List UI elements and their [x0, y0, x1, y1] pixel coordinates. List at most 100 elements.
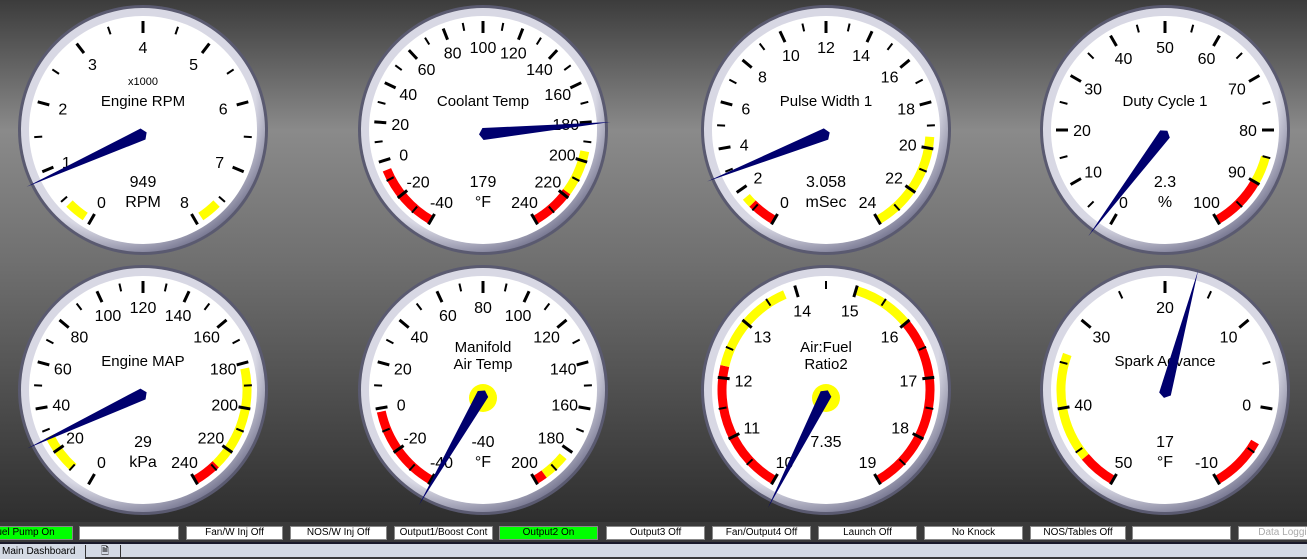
gauge-duty-cycle-1: 0102030405060708090100Duty Cycle 12.3% [1040, 5, 1290, 255]
gauge-title: Pulse Width 1 [780, 93, 873, 110]
scale-label: 240 [171, 455, 198, 472]
major-tick [1058, 407, 1070, 409]
major-tick [719, 147, 731, 149]
gauge-zone-arc [746, 197, 752, 204]
scale-label: 40 [411, 330, 429, 347]
gauge-title: Air:Fuel [800, 339, 852, 356]
indicator-blank-11 [1132, 526, 1231, 540]
scale-label: 0 [780, 195, 789, 212]
gauge-value: -40 [471, 434, 494, 451]
gauge-units: kPa [129, 454, 157, 471]
scale-label: 3 [88, 57, 97, 74]
scale-label: 80 [474, 300, 492, 317]
minor-tick [244, 137, 252, 138]
scale-label: -40 [430, 195, 453, 212]
scale-label: 60 [1198, 51, 1216, 68]
scale-label: 40 [1074, 397, 1092, 414]
scale-label: 20 [391, 117, 409, 134]
minor-tick [34, 137, 42, 138]
scale-label: 160 [193, 330, 220, 347]
major-tick [1261, 407, 1273, 409]
scale-label: 20 [899, 137, 917, 154]
scale-label: 2 [754, 171, 763, 188]
scale-label: 220 [198, 431, 225, 448]
gauge-multiplier: x1000 [128, 76, 158, 88]
scale-label: 240 [511, 195, 538, 212]
gauge-units: °F [475, 454, 491, 471]
scale-label: -10 [1195, 455, 1218, 472]
scale-label: 24 [859, 195, 877, 212]
indicator-output3-off: Output3 Off [606, 526, 705, 540]
scale-label: 16 [881, 330, 899, 347]
scale-label: 60 [439, 308, 457, 325]
scale-label: 22 [885, 171, 903, 188]
indicator-blank-1 [79, 526, 179, 540]
scale-label: 0 [97, 195, 106, 212]
gauge-title: Manifold [455, 339, 512, 356]
gauge-value: 179 [470, 174, 497, 191]
scale-label: 14 [793, 303, 811, 320]
status-indicator-bar: Fuel Pump OnFan/W Inj OffNOS/W Inj OffOu… [0, 522, 1307, 542]
scale-label: 11 [744, 420, 761, 437]
scale-label: 50 [1156, 40, 1174, 57]
gauge-title: Engine MAP [101, 353, 184, 370]
scale-label: 80 [444, 46, 462, 63]
scale-label: 5 [189, 57, 198, 74]
scale-label: -20 [407, 175, 430, 192]
minor-tick [925, 408, 933, 409]
scale-label: 60 [54, 362, 72, 379]
scale-label: 20 [1156, 300, 1174, 317]
scale-label: 13 [754, 330, 772, 347]
major-tick [374, 122, 386, 123]
indicator-fuel-pump-on: Fuel Pump On [0, 526, 73, 540]
major-tick [36, 407, 48, 409]
scale-label: 50 [1115, 455, 1133, 472]
scale-label: 180 [210, 362, 237, 379]
scale-label: 6 [219, 102, 228, 119]
major-tick [579, 407, 591, 409]
scale-label: 10 [1220, 330, 1238, 347]
indicator-no-knock: No Knock [924, 526, 1023, 540]
minor-tick [719, 408, 727, 409]
scale-label: 8 [180, 195, 189, 212]
scale-label: 2 [58, 102, 67, 119]
scale-label: 60 [418, 62, 436, 79]
scale-label: 0 [1119, 195, 1128, 212]
gauge-zone-arc [535, 474, 544, 480]
gauge-value: 949 [130, 174, 157, 191]
scale-label: 140 [526, 62, 553, 79]
scale-label: 0 [1242, 397, 1251, 414]
scale-label: 100 [470, 40, 497, 57]
gauge-value: 2.3 [1154, 174, 1176, 191]
scale-label: 100 [505, 308, 532, 325]
gauge-value: 3.058 [806, 174, 846, 191]
scale-label: 20 [1073, 123, 1091, 140]
scale-label: 20 [394, 362, 412, 379]
gauge-title: Duty Cycle 1 [1122, 93, 1207, 110]
minor-tick [583, 141, 591, 142]
gauge-air-fuel-ratio2: 10111213141516171819Air:FuelRatio27.35 [701, 265, 951, 515]
scale-label: 19 [859, 455, 877, 472]
scale-label: 80 [71, 330, 89, 347]
gauge-title: Spark Advance [1115, 353, 1216, 370]
scale-label: 160 [544, 87, 571, 104]
indicator-output2-on: Output2 On [499, 526, 598, 540]
scale-label: -20 [403, 431, 426, 448]
scale-label: 7 [215, 155, 224, 172]
scale-label: 4 [740, 137, 749, 154]
scale-label: 160 [551, 397, 578, 414]
indicator-nos-tables-off: NOS/Tables Off [1030, 526, 1126, 540]
scale-label: 18 [891, 420, 909, 437]
gauge-units: °F [475, 194, 491, 211]
gauge-value: 29 [134, 434, 152, 451]
scale-label: 12 [735, 373, 753, 390]
scale-label: 40 [1115, 51, 1133, 68]
scale-label: 8 [758, 70, 767, 87]
gauge-spark-advance: 50403020100-10Spark Advance17°F [1040, 265, 1290, 515]
scale-label: 6 [741, 102, 750, 119]
gauge-engine-map: 020406080100120140160180200220240Engine … [18, 265, 268, 515]
scale-label: 10 [782, 48, 800, 65]
scale-label: 40 [399, 87, 417, 104]
scale-label: 30 [1093, 330, 1111, 347]
scale-label: 4 [139, 40, 148, 57]
